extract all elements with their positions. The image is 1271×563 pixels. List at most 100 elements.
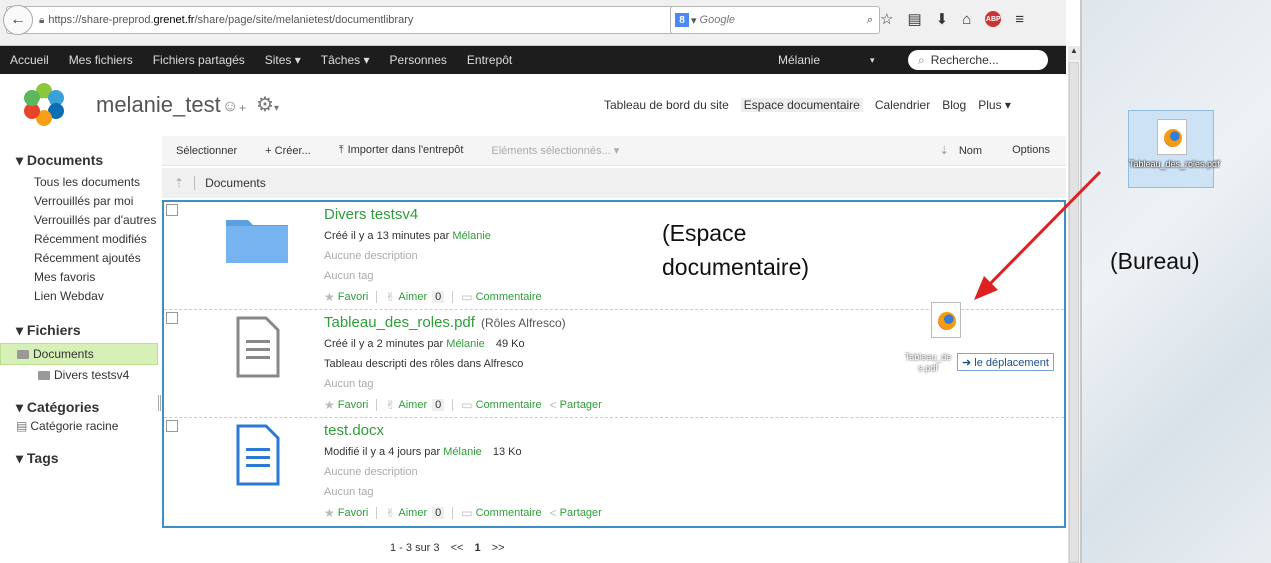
star-icon: ★ [324, 506, 335, 520]
nav-mes-fichiers[interactable]: Mes fichiers [59, 53, 143, 67]
select-button[interactable]: Sélectionner [162, 145, 251, 157]
document-row[interactable]: Divers testsv4 Créé il y a 13 minutes pa… [164, 202, 1064, 310]
menu-icon[interactable]: ≡ [1015, 11, 1024, 28]
nav-fichiers-partages[interactable]: Fichiers partagés [143, 53, 255, 67]
site-nav-document-library[interactable]: Espace documentaire [740, 98, 863, 112]
site-settings-gear-icon[interactable]: ⚙▾ [256, 92, 279, 117]
document-name-link[interactable]: Divers testsv4 [324, 206, 418, 223]
sort-button[interactable]: ⇣ Nom [940, 144, 982, 157]
site-nav-dashboard[interactable]: Tableau de bord du site [604, 98, 729, 112]
sort-icon: ⇣ [939, 145, 949, 157]
user-menu[interactable]: Mélanie [778, 53, 820, 67]
document-row[interactable]: test.docx Modifié il y a 4 jours par Mél… [164, 418, 1064, 526]
invite-user-icon[interactable]: ☺︎₊ [222, 96, 247, 116]
share-button[interactable]: < Partager [550, 506, 602, 520]
share-label: Partager [559, 507, 602, 519]
sort-label: Nom [958, 145, 983, 157]
word-document-icon[interactable] [222, 422, 292, 486]
document-description: Aucune description [324, 466, 418, 478]
author-link[interactable]: Mélanie [452, 230, 491, 242]
comment-button[interactable]: ▭ Commentaire [461, 290, 541, 304]
upload-button[interactable]: ⤒ Importer dans l'entrepôt [325, 144, 478, 157]
row-checkbox[interactable] [166, 312, 178, 324]
nav-sites[interactable]: Sites ▾ [255, 53, 311, 67]
user-menu-caret-icon[interactable]: ▾ [870, 55, 875, 66]
pagination-current-page[interactable]: 1 [475, 542, 481, 554]
pdf-document-icon[interactable] [222, 314, 292, 378]
nav-entrepot[interactable]: Entrepôt [457, 53, 522, 67]
pagination: 1 - 3 sur 3 << 1 >> [390, 542, 505, 554]
nav-taches[interactable]: Tâches ▾ [311, 53, 380, 67]
row-checkbox[interactable] [166, 420, 178, 432]
tags-heading[interactable]: ▾ Tags [16, 450, 158, 467]
favorite-button[interactable]: ★ Favori [324, 290, 368, 304]
comment-icon: ▭ [461, 290, 473, 304]
tree-item-divers-testsv4[interactable]: Divers testsv4 [0, 365, 158, 385]
pagination-range: 1 - 3 sur 3 [390, 542, 440, 554]
document-name-link[interactable]: Tableau_des_roles.pdf (Rôles Alfresco) [324, 314, 566, 331]
filter-locked-by-others[interactable]: Verrouillés par d'autres [0, 211, 158, 230]
desktop-file-icon[interactable]: Tableau_des_roles.pdf [1128, 110, 1220, 188]
pagination-next[interactable]: >> [492, 542, 505, 554]
pagination-prev[interactable]: << [451, 542, 464, 554]
options-button[interactable]: Options [1012, 144, 1050, 157]
adblock-icon[interactable]: ABP [985, 11, 1002, 27]
document-name[interactable]: Tableau_des_roles.pdf [324, 314, 475, 331]
comment-label: Commentaire [475, 507, 542, 519]
back-arrow-icon[interactable]: ← [3, 5, 33, 35]
site-nav-blog[interactable]: Blog [942, 98, 966, 112]
browser-search-field[interactable]: 8 ▾ Google ⌕ [670, 6, 880, 34]
folder-up-icon[interactable]: ⇡ [174, 176, 184, 190]
document-name-link[interactable]: test.docx [324, 422, 384, 439]
share-button[interactable]: < Partager [550, 398, 602, 412]
comment-button[interactable]: ▭ Commentaire [461, 506, 541, 520]
folder-icon[interactable] [222, 206, 292, 270]
scrollbar-thumb[interactable] [1069, 62, 1079, 563]
documents-heading[interactable]: ▾ Documents [16, 152, 158, 169]
like-button[interactable]: ✌︎ Aimer 0 [385, 290, 445, 304]
filter-all-documents[interactable]: Tous les documents [0, 173, 158, 192]
search-engine-dropdown-icon[interactable]: ▾ [691, 14, 697, 27]
comment-label: Commentaire [475, 399, 542, 411]
search-icon[interactable]: ⌕ [867, 14, 873, 27]
sidebar-resize-handle[interactable] [158, 395, 161, 411]
row-checkbox[interactable] [166, 204, 178, 216]
site-search-field[interactable]: ⌕ Recherche... [908, 50, 1048, 70]
breadcrumb-documents[interactable]: Documents [205, 176, 266, 190]
url-text[interactable]: https://share-preprod.grenet.fr/share/pa… [48, 14, 413, 26]
document-tags: Aucun tag [324, 270, 374, 282]
author-link[interactable]: Mélanie [443, 446, 482, 458]
comment-button[interactable]: ▭ Commentaire [461, 398, 541, 412]
filter-my-favorites[interactable]: Mes favoris [0, 268, 158, 287]
categories-heading[interactable]: ▾ Catégories [16, 399, 158, 416]
selected-items-menu[interactable]: Eléments sélectionnés... ▾ [477, 144, 633, 157]
scroll-up-arrow-icon[interactable]: ▲ [1068, 46, 1080, 60]
create-button[interactable]: + Créer... [251, 145, 325, 157]
tree-item-category-root[interactable]: ▤ Catégorie racine [0, 416, 158, 436]
document-created: Créé il y a 13 minutes par Mélanie [324, 230, 491, 242]
address-bar[interactable]: ← 🔒︎ https://share-preprod.grenet.fr/sha… [3, 5, 754, 35]
site-nav-calendar[interactable]: Calendrier [875, 98, 930, 112]
files-heading[interactable]: ▾ Fichiers [16, 322, 158, 339]
like-button[interactable]: ✌︎ Aimer 0 [385, 506, 445, 520]
like-label: Aimer [398, 291, 428, 303]
nav-accueil[interactable]: Accueil [0, 53, 59, 67]
favorite-button[interactable]: ★ Favori [324, 398, 368, 412]
bookmarks-list-icon[interactable]: ▤ [907, 10, 921, 28]
filter-recently-added[interactable]: Récemment ajoutés [0, 249, 158, 268]
bookmark-star-icon[interactable]: ☆ [880, 10, 893, 28]
author-link[interactable]: Mélanie [446, 338, 485, 350]
search-label: Recherche... [930, 53, 999, 67]
favorite-button[interactable]: ★ Favori [324, 506, 368, 520]
download-icon[interactable]: ⬇ [936, 10, 949, 28]
home-icon[interactable]: ⌂ [962, 11, 971, 28]
like-button[interactable]: ✌︎ Aimer 0 [385, 398, 445, 412]
desktop-file-label: Tableau_des_roles.pdf [1129, 159, 1220, 169]
filter-recently-modified[interactable]: Récemment modifiés [0, 230, 158, 249]
tree-item-documents[interactable]: Documents [0, 343, 158, 365]
drag-move-tooltip: ➜ le déplacement [957, 353, 1054, 371]
nav-personnes[interactable]: Personnes [380, 53, 457, 67]
site-nav-more[interactable]: Plus ▾ [978, 98, 1011, 112]
filter-locked-by-me[interactable]: Verrouillés par moi [0, 192, 158, 211]
filter-webdav-link[interactable]: Lien Webdav [0, 287, 158, 306]
